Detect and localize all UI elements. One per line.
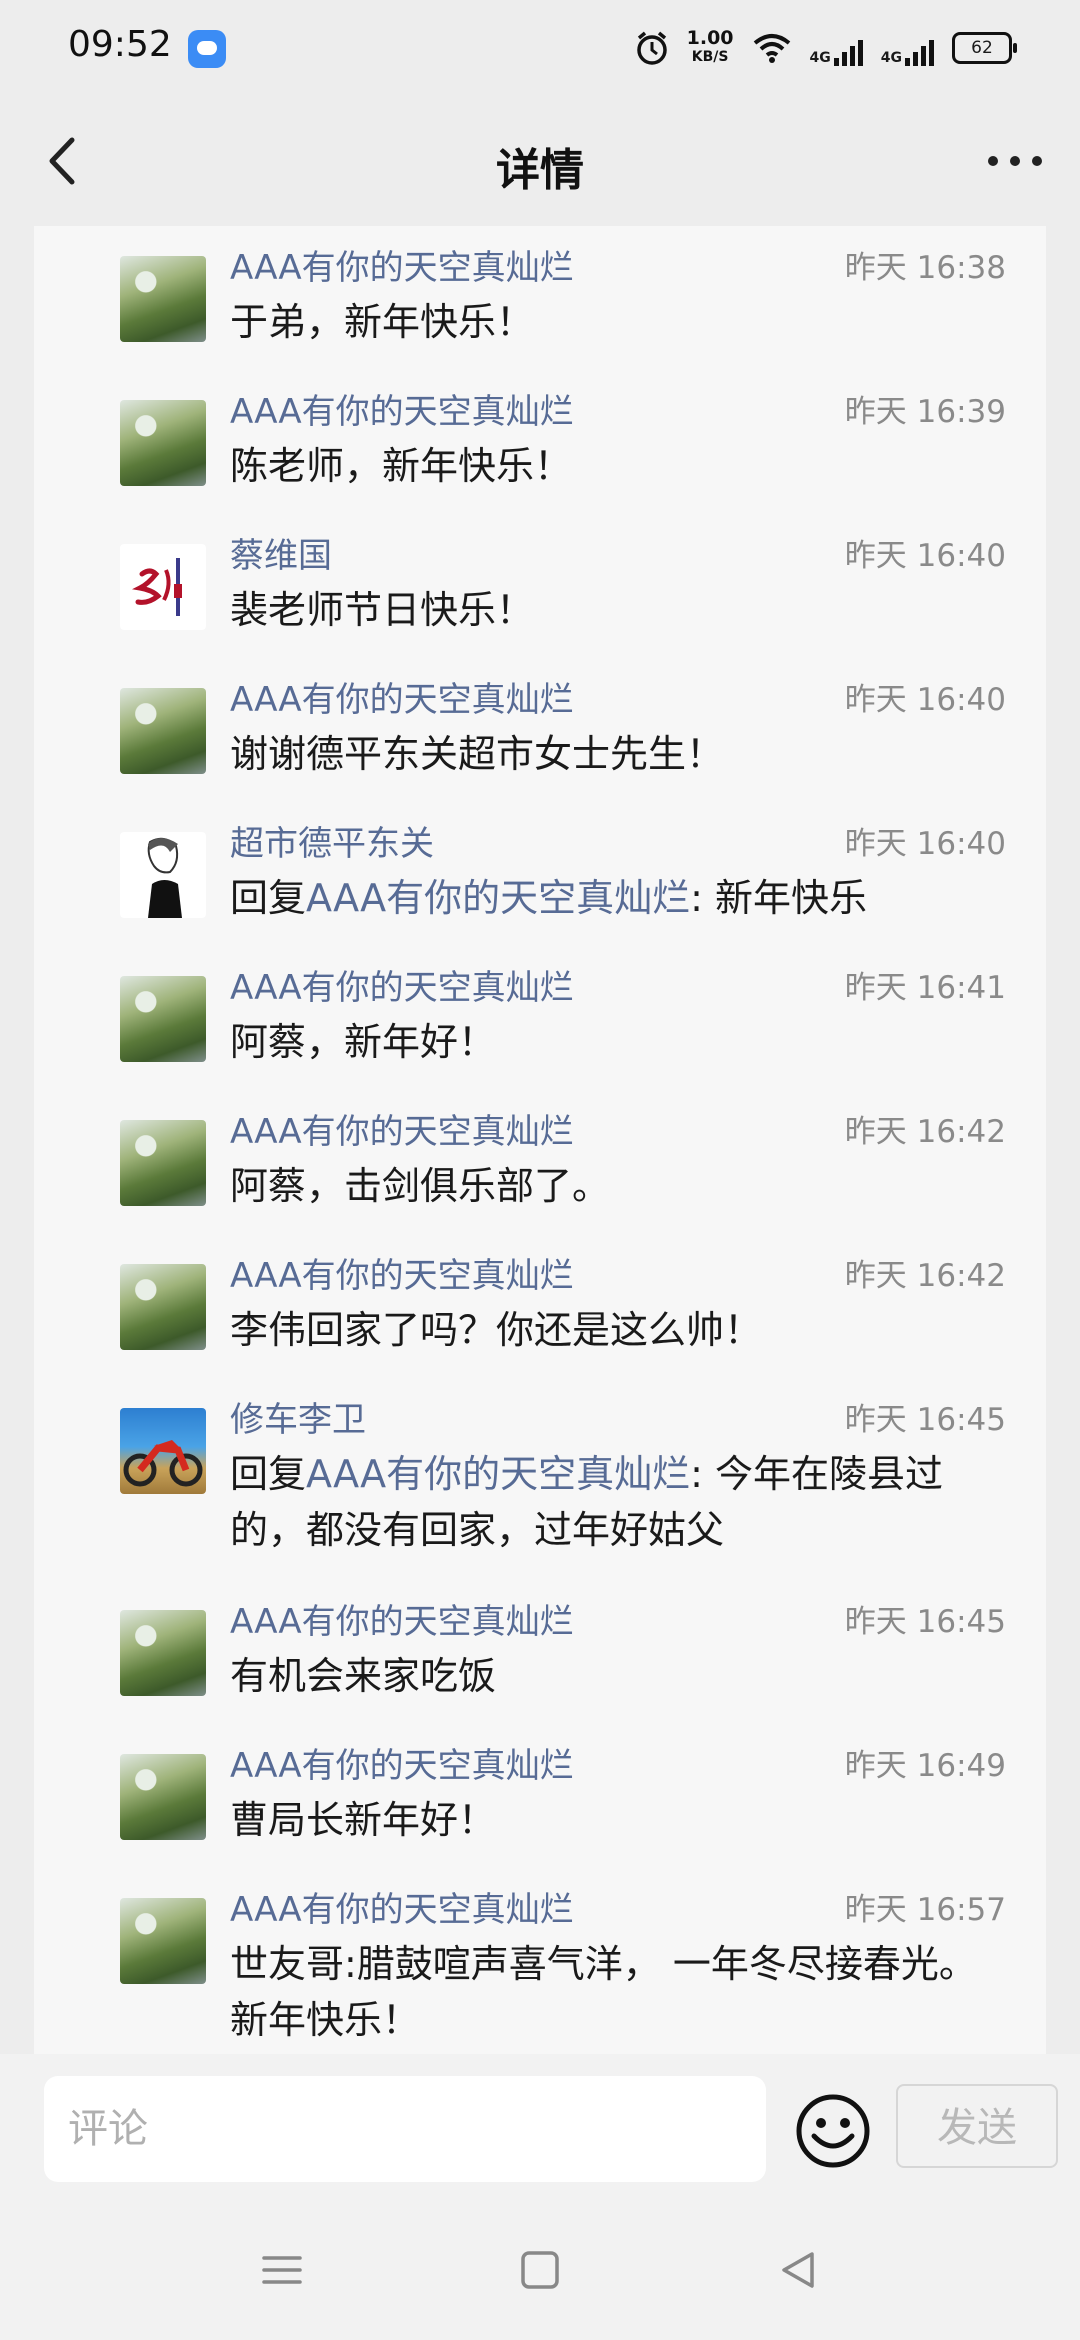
comment-content: 阿蔡，击剑俱乐部了。 [230,1164,611,1208]
comment-time: 昨天 16:45 [844,1604,1006,1640]
recent-apps-button[interactable] [260,2248,304,2292]
comment-content: 曹局长新年好！ [230,1798,497,1842]
reply-separator: : [690,876,716,920]
comment-text: 陈老师，新年快乐！ [230,438,1006,494]
more-options-button[interactable] [980,126,1050,196]
send-button[interactable]: 发送 [896,2084,1058,2168]
comment-content: 有机会来家吃饭 [230,1654,497,1698]
network-speed-value: 1.00 [686,27,734,49]
comment-time: 昨天 16:40 [844,682,1006,718]
comment-content: 世友哥:腊鼓喧声喜气洋， 一年冬尽接春光。新年快乐！ [230,1942,977,2042]
comment-content: 陈老师，新年快乐！ [230,444,573,488]
avatar[interactable] [120,1610,206,1696]
avatar[interactable] [120,1898,206,1984]
comment-content: 于弟，新年快乐！ [230,300,535,344]
comment-text: 世友哥:腊鼓喧声喜气洋， 一年冬尽接春光。新年快乐！ [230,1936,1006,2048]
more-horizontal-icon [988,156,1042,166]
avatar[interactable] [120,1264,206,1350]
square-home-icon [521,2251,559,2289]
avatar[interactable] [120,832,206,918]
smiley-face-icon [796,2094,870,2168]
comment-time: 昨天 16:39 [844,394,1006,430]
comments-list[interactable]: AAA有你的天空真灿烂 昨天 16:38 于弟，新年快乐！ AAA有你的天空真灿… [34,226,1046,2054]
avatar[interactable] [120,400,206,486]
signal-sim1-icon: 4G [810,30,863,66]
comment-time: 昨天 16:40 [844,538,1006,574]
comment-content: 李伟回家了吗？你还是这么帅！ [230,1308,763,1352]
sketch-person-avatar-icon [147,837,182,918]
comment-text: 有机会来家吃饭 [230,1648,1006,1704]
reply-separator: : [690,1452,716,1496]
page-title: 详情 [496,145,584,196]
top-navigation-bar: 详情 [0,96,1080,226]
status-bar: 09:52 1.00 KB/S 4G 4G 62 [0,0,1080,96]
network-speed: 1.00 KB/S [687,29,734,67]
network-speed-unit: KB/S [691,49,729,65]
comment-time: 昨天 16:42 [844,1258,1006,1294]
comment-content: 阿蔡，新年好！ [230,1020,497,1064]
comment-time: 昨天 16:40 [844,826,1006,862]
emoji-button[interactable] [794,2092,872,2170]
avatar[interactable] [120,544,206,630]
alarm-icon [636,31,667,65]
avatar[interactable] [120,1408,206,1494]
comment-text: 裴老师节日快乐！ [230,582,1006,638]
comment-content: 裴老师节日快乐！ [230,588,535,632]
reply-prefix: 回复 [230,1452,307,1496]
comment-time: 昨天 16:41 [844,970,1006,1006]
comment-time: 昨天 16:42 [844,1114,1006,1150]
reply-prefix: 回复 [230,876,307,920]
comment-time: 昨天 16:57 [844,1892,1006,1928]
comment-input[interactable] [44,2076,766,2182]
app-notification-icon [188,30,226,68]
comment-time: 昨天 16:49 [844,1748,1006,1784]
comment-text: 曹局长新年好！ [230,1792,1006,1848]
avatar[interactable] [120,256,206,342]
reply-target-name[interactable]: AAA有你的天空真灿烂 [306,876,690,920]
avatar[interactable] [120,1120,206,1206]
battery-icon: 62 [952,32,1017,64]
system-back-button[interactable] [776,2248,820,2292]
wifi-icon [753,34,790,63]
calligraphy-avatar-icon [132,558,182,616]
avatar[interactable] [120,688,206,774]
motorcycle-avatar-icon [123,1440,203,1487]
comment-text: 谢谢德平东关超市女士先生！ [230,726,1006,782]
reply-target-name[interactable]: AAA有你的天空真灿烂 [306,1452,690,1496]
system-navigation-bar [0,2200,1080,2340]
comment-text: 阿蔡，击剑俱乐部了。 [230,1158,1006,1214]
sim2-network-label: 4G [880,50,902,66]
signal-sim2-icon: 4G [881,30,934,66]
battery-level: 62 [971,38,993,58]
menu-lines-icon [262,2256,302,2284]
home-button[interactable] [518,2248,562,2292]
comment-time: 昨天 16:38 [844,250,1006,286]
comment-text: 回复AAA有你的天空真灿烂: 今年在陵县过的，都没有回家，过年好姑父 [230,1446,1006,1558]
comment-text: 回复AAA有你的天空真灿烂: 新年快乐 [230,870,1006,926]
status-time: 09:52 [68,24,172,65]
comment-text: 于弟，新年快乐！ [230,294,1006,350]
avatar[interactable] [120,976,206,1062]
comment-input-bar: 发送 [0,2054,1080,2200]
comment-text: 李伟回家了吗？你还是这么帅！ [230,1302,1006,1358]
comment-text: 阿蔡，新年好！ [230,1014,1006,1070]
status-icons: 1.00 KB/S 4G 4G 62 [635,26,1017,70]
comment-time: 昨天 16:45 [844,1402,1006,1438]
avatar[interactable] [120,1754,206,1840]
triangle-back-icon [782,2252,814,2288]
comment-content: 新年快乐 [715,876,868,920]
sim1-network-label: 4G [809,50,831,66]
comment-content: 谢谢德平东关超市女士先生！ [230,732,725,776]
